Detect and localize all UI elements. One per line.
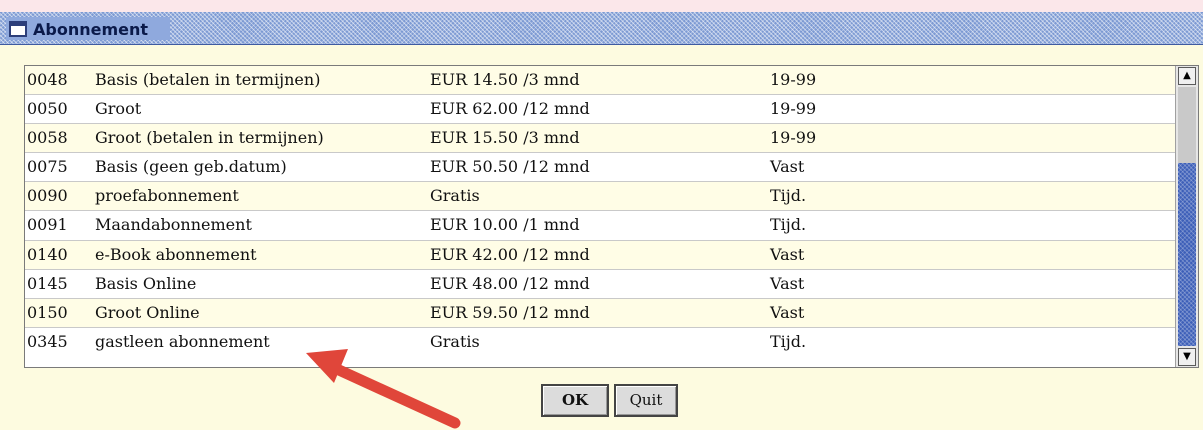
scroll-track[interactable] [1178,87,1196,163]
subscription-code: 0058 [27,128,68,148]
subscription-price: EUR 10.00 /1 mnd [430,215,580,235]
subscription-rows: 0048 Basis (betalen in termijnen) EUR 14… [25,66,1175,367]
subscription-price: EUR 62.00 /12 mnd [430,99,590,119]
annotation-arrow-shaft [322,359,461,429]
subscription-code: 0091 [27,215,68,235]
subscription-price: EUR 59.50 /12 mnd [430,302,590,322]
subscription-code: 0048 [27,70,68,89]
subscription-code: 0150 [27,302,68,322]
list-item[interactable]: 0058 Groot (betalen in termijnen) EUR 15… [25,124,1175,154]
subscription-code: 0345 [27,331,68,351]
subscription-code: 0140 [27,244,68,264]
subscription-name: proefabonnement [95,186,239,206]
subscription-type: Vast [770,273,805,293]
list-item[interactable]: 0140 e-Book abonnement EUR 42.00 /12 mnd… [25,240,1175,270]
list-item[interactable]: 0345 gastleen abonnement Gratis Tijd. [25,327,1175,357]
subscription-type: 19-99 [770,99,817,119]
window-icon [9,21,27,37]
list-item[interactable]: 0075 Basis (geen geb.datum) EUR 50.50 /1… [25,153,1175,183]
subscription-type: 19-99 [770,70,817,89]
subscription-name: Basis (geen geb.datum) [95,157,287,177]
subscription-name: e-Book abonnement [95,244,257,264]
quit-button[interactable]: Quit [614,384,678,417]
subscription-price: EUR 14.50 /3 mnd [430,70,580,89]
subscription-list[interactable]: 0048 Basis (betalen in termijnen) EUR 14… [24,65,1199,368]
subscription-code: 0145 [27,273,68,293]
subscription-name: Groot Online [95,302,200,322]
scroll-up-icon[interactable]: ▲ [1178,67,1196,85]
subscription-name: Basis (betalen in termijnen) [95,70,321,89]
list-item[interactable]: 0150 Groot Online EUR 59.50 /12 mnd Vast [25,298,1175,328]
vertical-scrollbar[interactable]: ▲ ▼ [1175,66,1198,367]
subscription-type: Tijd. [770,215,807,235]
scroll-thumb[interactable] [1178,163,1196,346]
subscription-price: EUR 48.00 /12 mnd [430,273,590,293]
list-item[interactable]: 0145 Basis Online EUR 48.00 /12 mnd Vast [25,269,1175,299]
subscription-price: Gratis [430,186,480,206]
title-bar: Abonnement [0,12,1203,45]
subscription-name: gastleen abonnement [95,331,270,351]
subscription-type: Vast [770,244,805,264]
subscription-type: Tijd. [770,331,807,351]
subscription-code: 0050 [27,99,68,119]
subscription-name: Maandabonnement [95,215,252,235]
annotation-arrow-icon [306,349,461,429]
subscription-type: Vast [770,302,805,322]
subscription-name: Basis Online [95,273,197,293]
subscription-price: EUR 50.50 /12 mnd [430,157,590,177]
subscription-code: 0075 [27,157,68,177]
ok-button[interactable]: OK [541,384,609,417]
subscription-code: 0090 [27,186,68,206]
subscription-type: Vast [770,157,805,177]
subscription-type: Tijd. [770,186,807,206]
subscription-type: 19-99 [770,128,817,148]
subscription-price: EUR 42.00 /12 mnd [430,244,590,264]
list-item[interactable]: 0050 Groot EUR 62.00 /12 mnd 19-99 [25,95,1175,125]
list-item[interactable]: 0090 proefabonnement Gratis Tijd. [25,182,1175,212]
list-item[interactable]: 0091 Maandabonnement EUR 10.00 /1 mnd Ti… [25,211,1175,241]
top-strip [0,0,1203,12]
subscription-price: EUR 15.50 /3 mnd [430,128,580,148]
subscription-name: Groot (betalen in termijnen) [95,128,324,148]
list-item[interactable]: 0048 Basis (betalen in termijnen) EUR 14… [25,66,1175,96]
subscription-name: Groot [95,99,142,119]
window-title: Abonnement [33,20,149,39]
scroll-down-icon[interactable]: ▼ [1178,348,1196,366]
